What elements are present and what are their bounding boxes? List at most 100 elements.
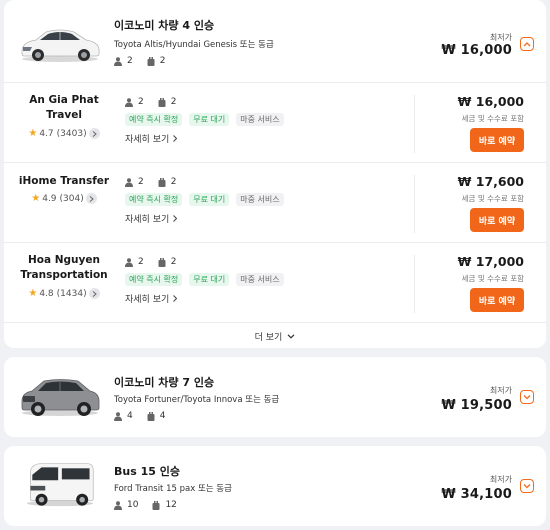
vehicle-title: Bus 15 인승	[114, 465, 180, 478]
van-image	[26, 463, 94, 507]
vehicle-header[interactable]: Bus 15 인승 Ford Transit 15 pax 또는 동급 10 1…	[4, 446, 546, 526]
chevron-right-icon	[85, 193, 97, 204]
luggage-icon	[147, 56, 155, 66]
chevron-right-icon	[88, 128, 100, 139]
provider-capacity: 2 2	[125, 97, 190, 107]
tax-note: 세금 및 수수료 포함	[461, 114, 524, 123]
tag-free-waiting: 무료 대기	[189, 113, 230, 126]
vehicle-price: ₩ 16,000	[441, 43, 512, 58]
luggage-count: 2	[158, 97, 177, 107]
suv-image	[21, 379, 100, 416]
book-now-button[interactable]: 바로 예약	[470, 128, 524, 152]
luggage-count: 12	[152, 500, 177, 510]
chevron-down-icon	[287, 333, 295, 339]
vehicle-header[interactable]: 이코노미 차량 7 인승 Toyota Fortuner/Toyota Inno…	[4, 357, 546, 437]
tag-free-waiting: 무료 대기	[189, 273, 230, 286]
luggage-value: 2	[170, 257, 177, 267]
passenger-value: 4	[127, 411, 133, 421]
passenger-value: 2	[138, 177, 144, 187]
passenger-value: 10	[127, 500, 139, 510]
vehicle-models: Toyota Altis/Hyundai Genesis 또는 동급	[114, 40, 274, 50]
passenger-count: 4	[114, 411, 133, 421]
show-more-button[interactable]: 더 보기	[4, 324, 546, 348]
vehicle-price: ₩ 19,500	[441, 398, 512, 413]
vehicle-header[interactable]: 이코노미 차량 4 인승 Toyota Altis/Hyundai Genesi…	[4, 0, 546, 80]
person-icon	[125, 257, 133, 267]
provider-row: An Gia Phat Travel ★ 4.7 (3403) 2 2 예약 즉…	[4, 83, 546, 163]
person-icon	[125, 97, 133, 107]
luggage-icon	[158, 257, 166, 267]
provider-price: ₩ 16,000	[457, 94, 524, 109]
tag-instant-confirm: 예약 즉시 확정	[125, 273, 183, 286]
luggage-value: 2	[170, 97, 177, 107]
vehicle-title: 이코노미 차량 4 인승	[114, 19, 215, 32]
vehicle-capacity: 2 2	[114, 56, 179, 66]
review-count: (304)	[59, 193, 84, 204]
luggage-count: 2	[158, 177, 177, 187]
provider-capacity: 2 2	[125, 177, 190, 187]
provider-row: iHome Transfer ★ 4.9 (304) 2 2 예약 즉시 확정 …	[4, 163, 546, 243]
star-icon: ★	[28, 128, 38, 139]
tax-note: 세금 및 수수료 포함	[461, 194, 524, 203]
provider-row: Hoa Nguyen Transportation ★ 4.8 (1434) 2…	[4, 243, 546, 323]
rating-value: 4.8	[39, 288, 54, 299]
see-details-link[interactable]: 자세히 보기	[125, 292, 178, 305]
vehicle-capacity: 10 12	[114, 500, 191, 510]
feature-tags: 예약 즉시 확정 무료 대기 마중 서비스	[125, 273, 291, 286]
column-divider	[414, 95, 415, 153]
person-icon	[114, 411, 122, 421]
provider-rating[interactable]: ★ 4.8 (1434)	[14, 288, 114, 299]
see-details-link[interactable]: 자세히 보기	[125, 212, 178, 225]
provider-price: ₩ 17,000	[457, 254, 524, 269]
book-now-button[interactable]: 바로 예약	[470, 288, 524, 312]
expand-button[interactable]	[520, 479, 534, 493]
tag-meet-greet: 마중 서비스	[236, 273, 284, 286]
book-now-button[interactable]: 바로 예약	[470, 208, 524, 232]
passenger-value: 2	[138, 97, 144, 107]
chevron-right-icon	[88, 288, 100, 299]
expand-button[interactable]	[520, 390, 534, 404]
review-count: (1434)	[56, 288, 87, 299]
luggage-icon	[147, 411, 155, 421]
luggage-count: 2	[158, 257, 177, 267]
collapse-button[interactable]	[520, 37, 534, 51]
see-details-label: 자세히 보기	[125, 295, 170, 305]
column-divider	[414, 255, 415, 313]
vehicle-card-economy-7: 이코노미 차량 7 인승 Toyota Fortuner/Toyota Inno…	[4, 357, 546, 437]
provider-capacity: 2 2	[125, 257, 190, 267]
see-details-label: 자세히 보기	[125, 135, 170, 145]
passenger-count: 2	[114, 56, 133, 66]
tag-instant-confirm: 예약 즉시 확정	[125, 193, 183, 206]
person-icon	[114, 56, 122, 66]
lowest-price-label: 최저가	[489, 386, 512, 395]
lowest-price-label: 최저가	[489, 33, 512, 42]
star-icon: ★	[28, 288, 38, 299]
passenger-count: 2	[125, 177, 144, 187]
feature-tags: 예약 즉시 확정 무료 대기 마중 서비스	[125, 113, 291, 126]
star-icon: ★	[31, 193, 41, 204]
divider	[4, 322, 546, 323]
passenger-count: 10	[114, 500, 138, 510]
rating-value: 4.9	[42, 193, 57, 204]
chevron-right-icon	[173, 295, 178, 302]
provider-rating[interactable]: ★ 4.7 (3403)	[14, 128, 114, 139]
provider-name: iHome Transfer	[18, 175, 110, 187]
provider-rating[interactable]: ★ 4.9 (304)	[14, 193, 114, 204]
column-divider	[414, 175, 415, 233]
luggage-count: 2	[147, 56, 166, 66]
vehicle-card-bus-15: Bus 15 인승 Ford Transit 15 pax 또는 동급 10 1…	[4, 446, 546, 526]
chevron-down-icon	[523, 395, 531, 400]
luggage-value: 2	[159, 56, 166, 66]
chevron-right-icon	[173, 135, 178, 142]
tax-note: 세금 및 수수료 포함	[461, 274, 524, 283]
tag-meet-greet: 마중 서비스	[236, 193, 284, 206]
tag-free-waiting: 무료 대기	[189, 193, 230, 206]
show-more-label: 더 보기	[254, 332, 283, 343]
luggage-value: 2	[170, 177, 177, 187]
passenger-count: 2	[125, 97, 144, 107]
tag-meet-greet: 마중 서비스	[236, 113, 284, 126]
lowest-price-label: 최저가	[489, 475, 512, 484]
tag-instant-confirm: 예약 즉시 확정	[125, 113, 183, 126]
vehicle-price: ₩ 34,100	[441, 487, 512, 502]
see-details-link[interactable]: 자세히 보기	[125, 132, 178, 145]
